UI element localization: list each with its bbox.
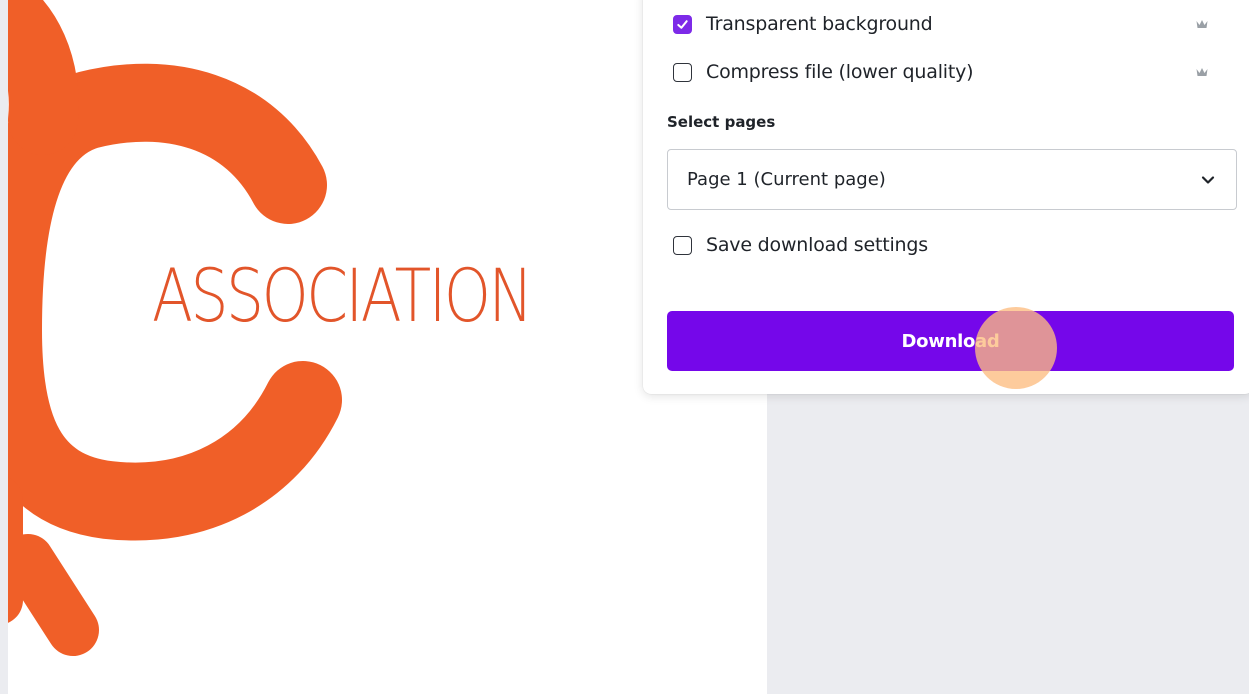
checkmark-icon: [677, 19, 688, 29]
download-panel: Transparent background Compress file (lo…: [643, 0, 1249, 394]
save-settings-label: Save download settings: [706, 234, 928, 256]
save-settings-checkbox[interactable]: [673, 235, 692, 255]
crown-icon: [1196, 20, 1208, 28]
editor-workspace: ASSOCIATION Transparent background Compr…: [0, 0, 1249, 694]
select-pages-value: Page 1 (Current page): [687, 169, 886, 190]
transparent-background-checkbox[interactable]: [673, 14, 692, 34]
select-pages-dropdown[interactable]: Page 1 (Current page): [667, 149, 1237, 210]
compress-file-checkbox[interactable]: [673, 62, 692, 82]
logo-wordmark: ASSOCIATION: [152, 254, 533, 339]
crown-icon: [1196, 68, 1208, 76]
download-button[interactable]: Download: [667, 311, 1234, 371]
select-pages-label: Select pages: [667, 113, 776, 131]
compress-file-label: Compress file (lower quality): [706, 61, 974, 83]
transparent-background-label: Transparent background: [706, 13, 933, 35]
compress-file-option[interactable]: Compress file (lower quality): [673, 58, 1233, 86]
save-settings-option[interactable]: Save download settings: [673, 231, 928, 259]
transparent-background-option[interactable]: Transparent background: [673, 10, 1233, 38]
chevron-down-icon: [1201, 176, 1215, 184]
